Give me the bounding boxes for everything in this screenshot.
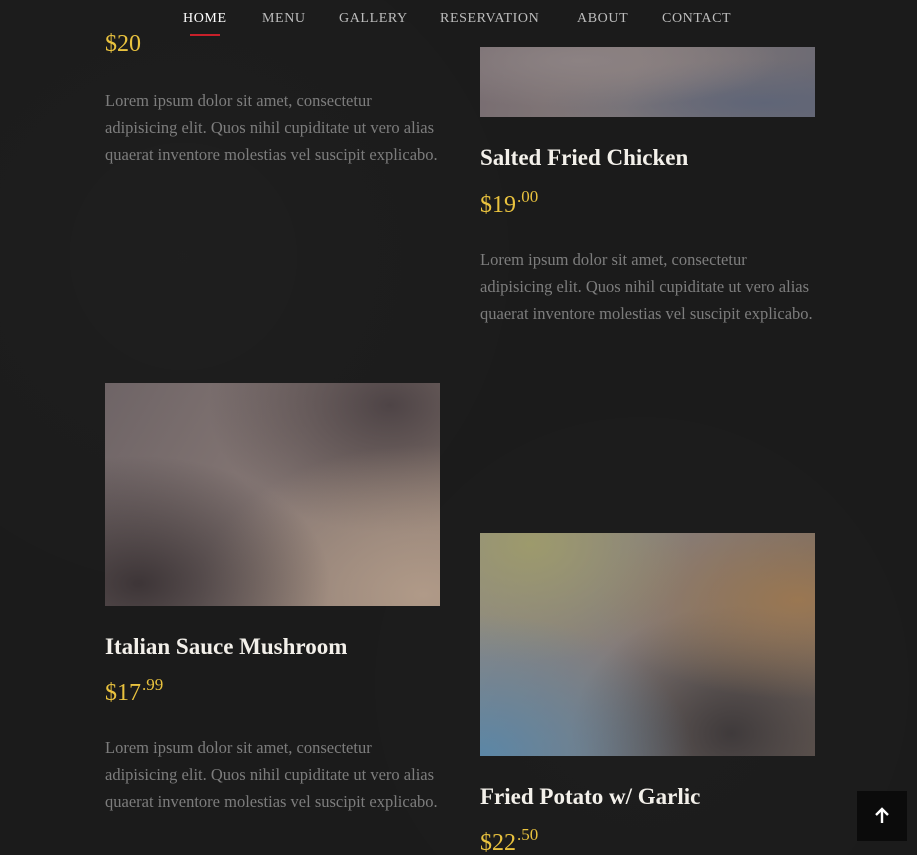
price-dollars: $22 [480, 830, 516, 855]
dish-price-fried-potato-garlic: $22.50 [480, 826, 538, 855]
dish-image-fried-potato-garlic[interactable] [480, 533, 815, 756]
dish-description-salted-fried-chicken: Lorem ipsum dolor sit amet, consectetur … [480, 250, 813, 323]
nav-home[interactable]: HOME [183, 11, 227, 36]
back-to-top-button[interactable] [857, 791, 907, 841]
price-cents: .00 [517, 187, 539, 206]
dish-price-salted-fried-chicken: $19.00 [480, 188, 538, 217]
price-dollars: $17 [105, 680, 141, 706]
price-cents: .50 [517, 825, 539, 844]
main-nav: HOME MENU GALLERY RESERVATION ABOUT CONT… [0, 0, 917, 40]
dish-title-salted-fried-chicken: Salted Fried Chicken [480, 145, 689, 170]
nav-contact[interactable]: CONTACT [662, 11, 731, 27]
dish-title-fried-potato-garlic: Fried Potato w/ Garlic [480, 784, 701, 809]
price-dollars: $19 [480, 192, 516, 218]
nav-about[interactable]: ABOUT [577, 11, 628, 27]
nav-reservation[interactable]: RESERVATION [440, 11, 539, 27]
nav-menu[interactable]: MENU [262, 11, 306, 27]
dish-description-top-left: Lorem ipsum dolor sit amet, consectetur … [105, 91, 438, 164]
arrow-up-icon [875, 807, 889, 823]
dish-title-italian-sauce-mushroom: Italian Sauce Mushroom [105, 634, 348, 659]
dish-image-salted-fried-chicken[interactable] [480, 47, 815, 117]
nav-gallery[interactable]: GALLERY [339, 11, 408, 27]
dish-price-italian-sauce-mushroom: $17.99 [105, 676, 163, 705]
dish-description-italian-sauce-mushroom: Lorem ipsum dolor sit amet, consectetur … [105, 738, 438, 811]
price-cents: .99 [142, 675, 164, 694]
dish-image-italian-sauce-mushroom[interactable] [105, 383, 440, 606]
